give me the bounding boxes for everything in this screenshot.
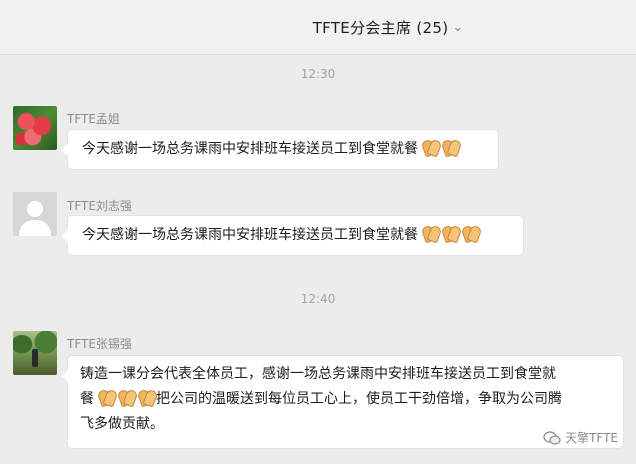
avatar[interactable] [13,331,57,375]
default-avatar-icon [19,201,51,236]
timestamp: 12:40 [300,292,336,306]
chat-header: TFTE分会主席 (25) ⌄ [0,0,636,55]
avatar[interactable] [13,106,57,150]
message-bubble[interactable]: 今天感谢一场总务课雨中安排班车接送员工到食堂就餐 [61,130,498,169]
sender-name: TFTE孟姐 [67,112,120,126]
message-line: 铸造一课分会代表全体员工，感谢一场总务课雨中安排班车接送员工到食堂就 [80,366,556,382]
watermark: 天擎TFTE [543,429,618,446]
avatar[interactable] [13,192,57,236]
watermark-text: 天擎TFTE [565,431,618,445]
chat-title[interactable]: TFTE分会主席 (25) [173,17,449,38]
clapping-hands-icon [420,227,480,243]
message-bubble[interactable]: 铸造一课分会代表全体员工，感谢一场总务课雨中安排班车接送员工到食堂就 餐把公司的… [61,356,623,448]
sender-name: TFTE刘志强 [67,199,132,213]
message-line: 餐把公司的温暖送到每位员工心上，使员工干劲倍增，争取为公司腾 [80,391,562,407]
message-line: 飞多做贡献。 [80,416,164,432]
wechat-icon [543,430,561,445]
message-bubble[interactable]: 今天感谢一场总务课雨中安排班车接送员工到食堂就餐 [61,216,523,255]
clapping-hands-icon [420,141,460,157]
sender-name: TFTE张锡强 [67,337,132,351]
message-text: 今天感谢一场总务课雨中安排班车接送员工到食堂就餐 [82,141,418,157]
clapping-hands-icon [96,391,156,407]
timestamp: 12:30 [300,67,336,81]
message-text: 今天感谢一场总务课雨中安排班车接送员工到食堂就餐 [82,227,418,243]
chevron-down-icon[interactable]: ⌄ [452,20,463,35]
